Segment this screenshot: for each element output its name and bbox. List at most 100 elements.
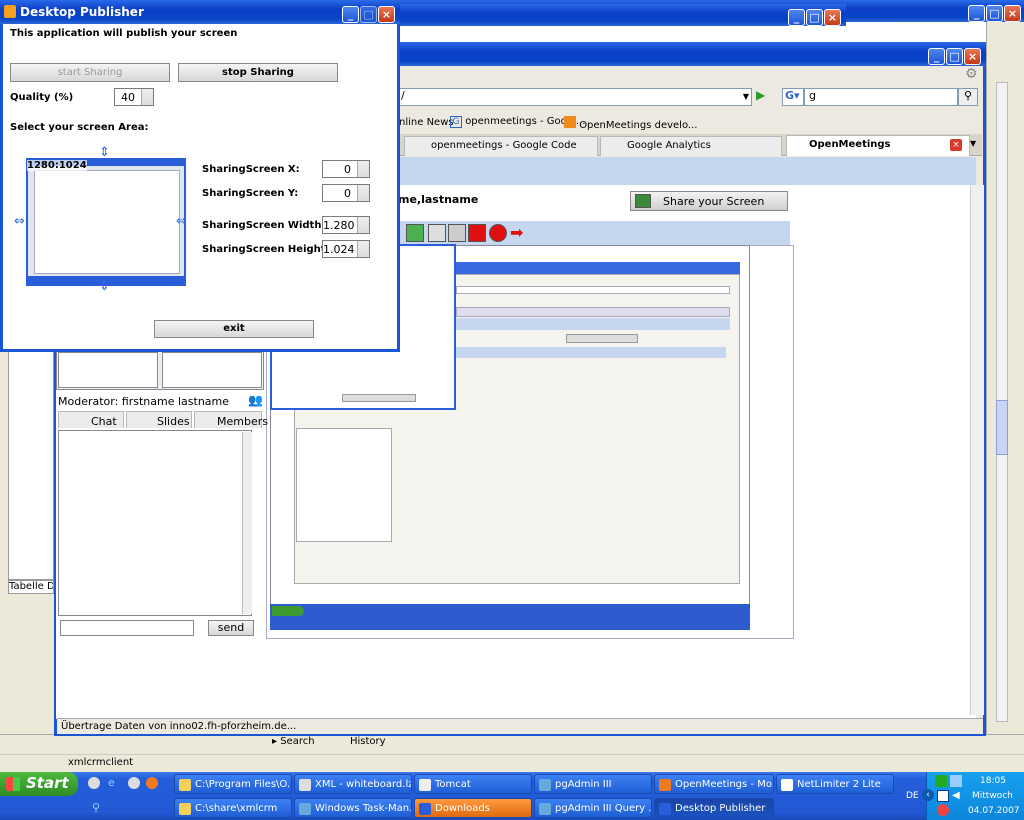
quicklaunch-ie-icon[interactable]: e [108,777,120,789]
preview-mini-body [34,170,180,274]
task-tomcat[interactable]: Tomcat [414,774,532,794]
start-sharing-button[interactable]: start Sharing [10,63,170,82]
task-openmeetings[interactable]: OpenMeetings - Mo... [654,774,774,794]
maximize-icon[interactable]: □ [986,5,1003,22]
clock-time[interactable]: 18:05 [980,776,1006,786]
tab-list-icon[interactable]: ▼ [970,139,976,148]
share-screen-button[interactable]: Share your Screen [630,191,788,211]
y-stepper[interactable]: 0 [322,184,370,202]
page-scrollbar[interactable] [970,185,984,715]
language-indicator[interactable]: DE [906,791,919,801]
tab-google-analytics[interactable]: Google Analytics [600,136,782,156]
history-tab[interactable]: History [350,736,400,750]
task-pgadmin[interactable]: pgAdmin III [534,774,652,794]
quicklaunch-help-icon[interactable] [128,777,140,789]
search-icon: ▸ [272,736,281,747]
ide-left-label[interactable]: Tabelle Def [8,580,54,594]
task-share-xmlcrm[interactable]: C:\share\xmlcrm [174,798,292,818]
tray-back-icon[interactable]: ‹ [922,789,934,801]
tab-openmeetings-google-code[interactable]: openmeetings - Google Code [404,136,598,156]
url-bar[interactable]: / [396,88,752,106]
minimize-icon[interactable]: _ [928,48,945,65]
search-engine-icon[interactable]: G▾ [782,88,804,106]
task-program-files[interactable]: C:\Program Files\O... [174,774,292,794]
ide-left-inner [8,350,54,580]
close-icon[interactable]: × [1004,5,1021,22]
pen-tool-icon[interactable] [406,224,424,242]
tray-app-icon[interactable] [935,775,947,787]
start-button[interactable]: Start [0,772,78,796]
ide-scroll-thumb[interactable] [996,400,1008,455]
stop-sharing-button[interactable]: stop Sharing [178,63,338,82]
close-icon[interactable]: × [964,48,981,65]
tray-network-icon[interactable] [950,775,962,787]
task-downloads[interactable]: Downloads [414,798,532,818]
tray-chrome-icon[interactable] [937,804,949,816]
send-button[interactable]: send [208,620,254,636]
clock-day: Mittwoch [972,791,1013,801]
minimize-icon[interactable]: _ [342,6,359,23]
stop-icon[interactable] [468,224,486,242]
task-task-manager[interactable]: Windows Task-Man... [294,798,412,818]
video-slot-left [58,352,158,388]
quicklaunch-search-icon[interactable]: ⚲ [92,801,100,814]
arrow-right-icon[interactable]: ➡ [510,224,528,242]
ide-bottom-strip [0,734,1024,754]
height-label: SharingScreen Height: [202,244,330,255]
quicklaunch-firefox-icon[interactable] [146,777,158,789]
clock-date: 04.07.2007 [968,806,1020,816]
task-pgadmin-query[interactable]: pgAdmin III Query ... [534,798,652,818]
java-icon [4,5,16,18]
tab-chat[interactable]: Chat [58,411,124,428]
close-icon[interactable]: × [824,9,841,26]
ide-console-bar [0,754,1024,772]
tray-display-icon[interactable] [937,790,949,802]
chat-scrollbar[interactable] [242,432,252,614]
task-netlimiter[interactable]: NetLimiter 2 Lite [776,774,894,794]
search-icon[interactable]: ⚲ [958,88,978,106]
firefox-statusbar: Übertrage Daten von inno02.fh-pforzheim.… [57,718,983,734]
record-icon[interactable] [489,224,507,242]
resize-top-icon[interactable]: ⇕ [99,146,110,159]
x-stepper[interactable]: 0 [322,160,370,178]
line-tool-icon[interactable] [428,224,446,242]
exit-button[interactable]: exit [154,320,314,338]
resize-left-icon[interactable]: ⇔ [14,215,25,228]
chat-input[interactable] [60,620,194,636]
username-label: me,lastname [398,193,479,206]
back-window-buttons: _ □ × [968,2,1022,22]
windows-logo-icon [6,777,20,791]
resize-bottom-icon[interactable]: ⇕ [99,280,110,293]
tab-openmeetings[interactable]: OpenMeetings [786,135,970,156]
search-tab[interactable]: ▸ Search [272,736,342,750]
tab-close-icon[interactable]: × [950,139,962,151]
bookmark-0[interactable]: nline News [399,117,454,128]
task-xml-whiteboard[interactable]: XML - whiteboard.lz... [294,774,412,794]
quality-label: Quality (%) [10,92,74,103]
tab-slides[interactable]: Slides [126,411,192,428]
minimize-icon[interactable]: _ [788,9,805,26]
url-dropdown-icon[interactable]: ▼ [740,89,752,105]
bookmark-2[interactable]: OpenMeetings develo... [564,116,697,131]
preview-dialog-exit [342,394,416,402]
search-input[interactable]: g [804,88,958,106]
quality-stepper[interactable]: 40 [114,88,154,106]
tab-members[interactable]: Members [194,411,268,428]
tray-volume-icon[interactable]: ◀ [952,790,964,802]
go-icon[interactable]: ▶ [756,88,772,106]
dialog-intro: This application will publish your scree… [10,28,238,39]
resize-right-icon[interactable]: ⇔ [176,215,187,228]
height-stepper[interactable]: 1.024 [322,240,370,258]
minimize-icon[interactable]: _ [968,5,985,22]
maximize-icon[interactable]: □ [946,48,963,65]
rect-tool-icon[interactable] [448,224,466,242]
close-icon[interactable]: × [378,6,395,23]
maximize-icon[interactable]: □ [806,9,823,26]
preview-toolbar [456,347,726,358]
users-icon[interactable]: 👥 [248,393,263,407]
width-stepper[interactable]: 1.280 [322,216,370,234]
dialog-buttons: _ □ × [342,3,398,23]
task-desktop-publisher[interactable]: Desktop Publisher [654,798,774,818]
quicklaunch-chrome-icon[interactable] [88,777,100,789]
preview-url [456,286,730,294]
